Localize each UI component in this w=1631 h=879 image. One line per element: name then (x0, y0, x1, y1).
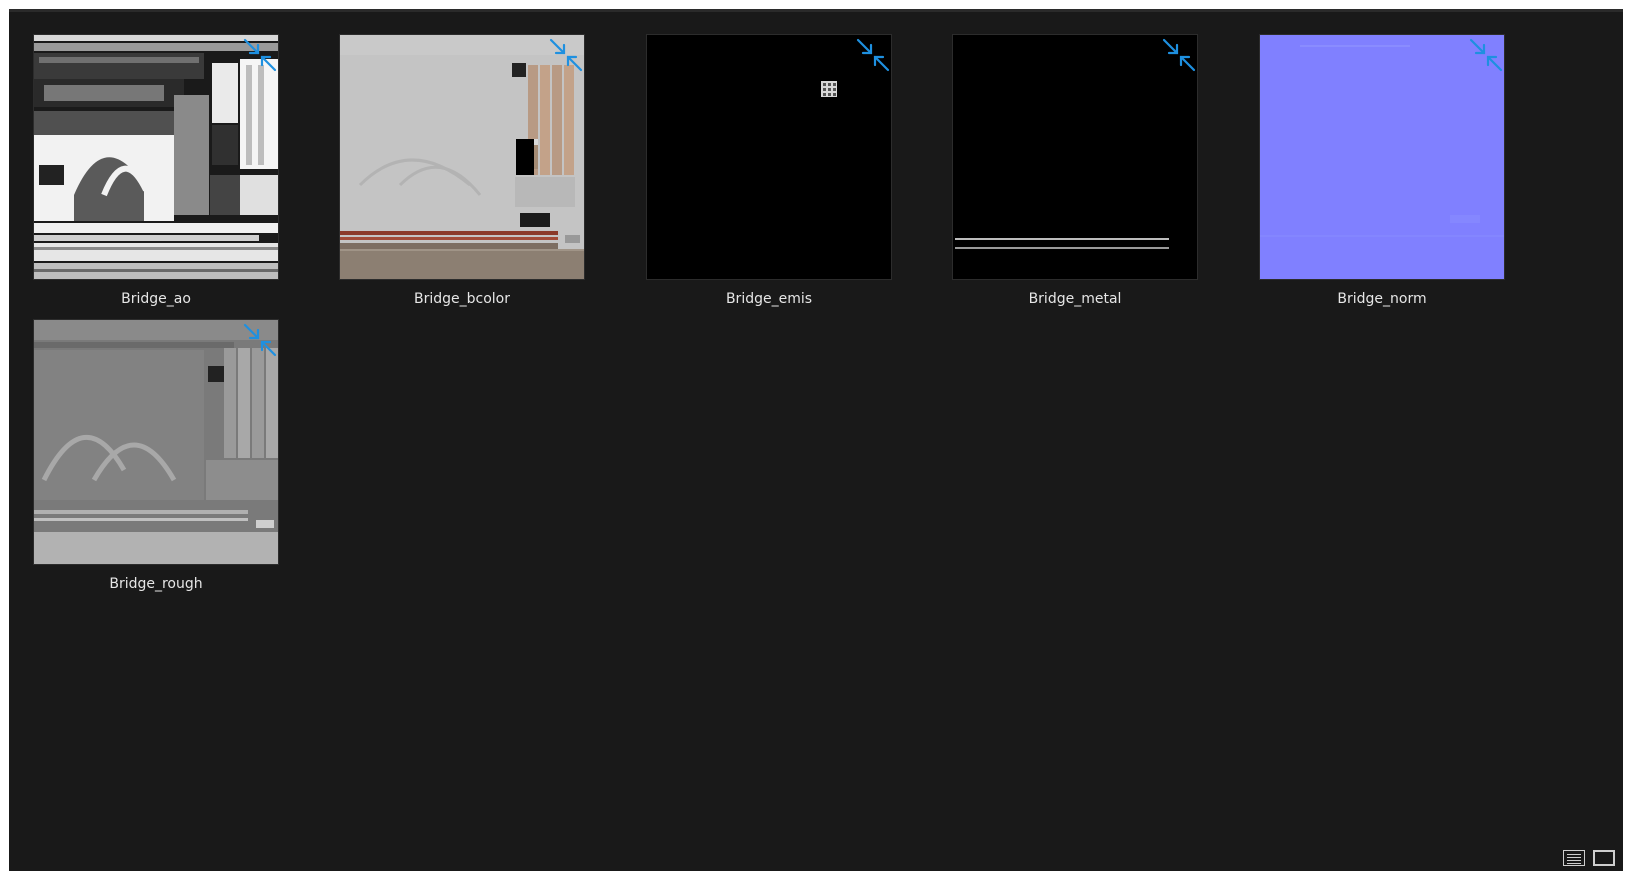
thumbnail-bridge-metal (953, 35, 1197, 279)
large-icons-view-icon[interactable] (1593, 850, 1615, 866)
file-tile-bridge-ao[interactable]: Bridge_ao (25, 35, 287, 308)
file-tile-bridge-rough[interactable]: Bridge_rough (25, 320, 287, 593)
file-tile-bridge-bcolor[interactable]: Bridge_bcolor (331, 35, 593, 308)
file-explorer-window: Bridge_ao Bridge_bcolor Bridge_emis Brid… (9, 9, 1623, 871)
file-tile-bridge-norm[interactable]: Bridge_norm (1251, 35, 1513, 308)
compress-arrows-icon (1162, 38, 1196, 72)
thumbnail-bridge-norm (1260, 35, 1504, 279)
thumbnail-bridge-rough (34, 320, 278, 564)
compress-arrows-icon (549, 38, 583, 72)
file-tile-bridge-metal[interactable]: Bridge_metal (944, 35, 1206, 308)
file-name-label: Bridge_ao (121, 291, 191, 307)
compress-arrows-icon (1469, 38, 1503, 72)
top-border (9, 10, 1623, 12)
view-toggle (1563, 850, 1615, 866)
compress-arrows-icon (243, 323, 277, 357)
file-name-label: Bridge_bcolor (414, 291, 510, 307)
thumbnail-bridge-bcolor (340, 35, 584, 279)
thumbnail-bridge-ao (34, 35, 278, 279)
file-name-label: Bridge_emis (725, 291, 813, 307)
file-name-label: Bridge_norm (1337, 291, 1427, 307)
compress-arrows-icon (243, 38, 277, 72)
compress-arrows-icon (856, 38, 890, 72)
file-name-label: Bridge_metal (1028, 291, 1122, 307)
file-name-label: Bridge_rough (109, 576, 203, 592)
thumbnail-bridge-emis (647, 35, 891, 279)
file-tile-bridge-emis[interactable]: Bridge_emis (638, 35, 900, 308)
details-view-icon[interactable] (1563, 850, 1585, 866)
